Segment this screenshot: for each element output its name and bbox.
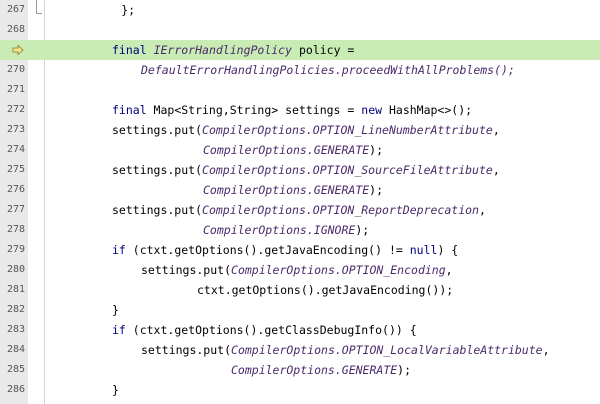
line-number: 272: [6, 104, 25, 115]
arrow-right-icon: [12, 45, 24, 55]
code-line[interactable]: 282 }: [0, 300, 600, 320]
line-number: 281: [6, 284, 25, 295]
code-line[interactable]: 279 if (ctxt.getOptions().getJavaEncodin…: [0, 240, 600, 260]
code-text: if (ctxt.getOptions().getJavaEncoding() …: [112, 243, 459, 257]
code-editor[interactable]: 267 }; 268 final IErrorHandlingPolicy po…: [0, 0, 600, 404]
line-number: 285: [6, 364, 25, 375]
code-text: settings.put(CompilerOptions.OPTION_Loca…: [141, 343, 550, 357]
code-text: }: [112, 383, 119, 397]
line-number: 283: [6, 324, 25, 335]
code-line[interactable]: 274 CompilerOptions.GENERATE);: [0, 140, 600, 160]
code-text: settings.put(CompilerOptions.OPTION_Sour…: [112, 163, 500, 177]
code-line[interactable]: 277 settings.put(CompilerOptions.OPTION_…: [0, 200, 600, 220]
line-number: 271: [6, 84, 25, 95]
code-text: settings.put(CompilerOptions.OPTION_Enco…: [141, 263, 453, 277]
code-text: CompilerOptions.GENERATE);: [231, 363, 412, 377]
code-line[interactable]: 284 settings.put(CompilerOptions.OPTION_…: [0, 340, 600, 360]
current-code-line[interactable]: final IErrorHandlingPolicy policy =: [0, 40, 600, 60]
line-number: 280: [6, 264, 25, 275]
line-number: 270: [6, 64, 25, 75]
code-text: final IErrorHandlingPolicy policy =: [112, 43, 355, 57]
code-text: DefaultErrorHandlingPolicies.proceedWith…: [141, 63, 515, 77]
line-number: 282: [6, 304, 25, 315]
code-line[interactable]: 271: [0, 80, 600, 100]
code-line[interactable]: 286 }: [0, 380, 600, 400]
line-number: 274: [6, 144, 25, 155]
line-number: 273: [6, 124, 25, 135]
code-line[interactable]: 281 ctxt.getOptions().getJavaEncoding())…: [0, 280, 600, 300]
line-number: 277: [6, 204, 25, 215]
code-line[interactable]: 278 CompilerOptions.IGNORE);: [0, 220, 600, 240]
code-line[interactable]: 268: [0, 20, 600, 40]
code-text: settings.put(CompilerOptions.OPTION_Line…: [112, 123, 500, 137]
code-line[interactable]: 270 DefaultErrorHandlingPolicies.proceed…: [0, 60, 600, 80]
code-line[interactable]: 275 settings.put(CompilerOptions.OPTION_…: [0, 160, 600, 180]
code-line[interactable]: 283 if (ctxt.getOptions().getClassDebugI…: [0, 320, 600, 340]
line-number: 275: [6, 164, 25, 175]
line-number: 279: [6, 244, 25, 255]
code-line[interactable]: 276 CompilerOptions.GENERATE);: [0, 180, 600, 200]
line-number: 278: [6, 224, 25, 235]
code-text: ctxt.getOptions().getJavaEncoding());: [197, 283, 454, 297]
code-line[interactable]: 272 final Map<String,String> settings = …: [0, 100, 600, 120]
code-text: };: [52, 3, 136, 17]
code-line[interactable]: 273 settings.put(CompilerOptions.OPTION_…: [0, 120, 600, 140]
line-number: 286: [6, 384, 25, 395]
code-line[interactable]: 280 settings.put(CompilerOptions.OPTION_…: [0, 260, 600, 280]
code-text: CompilerOptions.GENERATE);: [203, 183, 384, 197]
code-text: if (ctxt.getOptions().getClassDebugInfo(…: [112, 323, 417, 337]
code-text: settings.put(CompilerOptions.OPTION_Repo…: [112, 203, 486, 217]
line-number: 268: [6, 24, 25, 35]
code-text: }: [112, 303, 119, 317]
line-number: [0, 40, 25, 60]
code-text: CompilerOptions.IGNORE);: [203, 223, 370, 237]
line-number: 276: [6, 184, 25, 195]
code-text: CompilerOptions.GENERATE);: [203, 143, 384, 157]
code-line[interactable]: 285 CompilerOptions.GENERATE);: [0, 360, 600, 380]
line-number: 284: [6, 344, 25, 355]
line-number: 267: [6, 4, 25, 15]
code-text: final Map<String,String> settings = new …: [112, 103, 473, 117]
code-line[interactable]: 267 };: [0, 0, 600, 20]
